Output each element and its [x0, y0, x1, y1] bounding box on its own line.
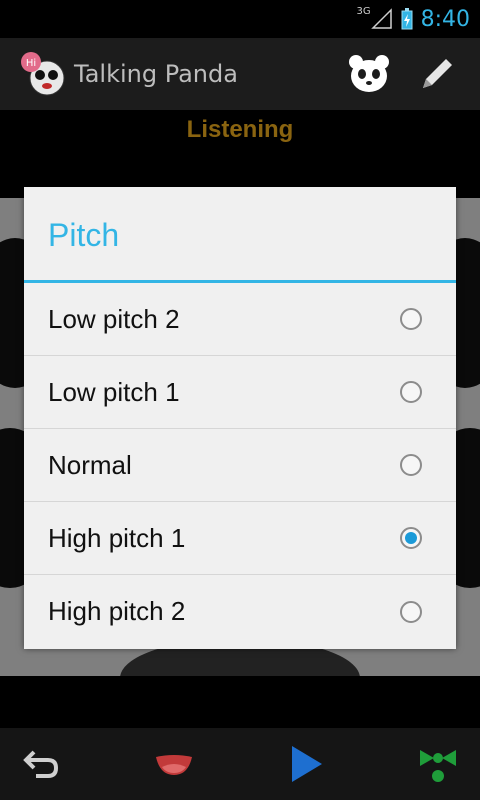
pencil-icon: [423, 59, 452, 88]
edit-button[interactable]: [412, 49, 462, 99]
status-strip: Listening: [0, 110, 480, 198]
option-high-pitch-1[interactable]: High pitch 1: [24, 502, 456, 575]
option-label: Low pitch 2: [48, 303, 180, 334]
bottom-strip: [0, 676, 480, 728]
bow-tie-icon: [420, 750, 456, 782]
logo-badge-text: Hi: [26, 58, 36, 69]
mouth-button[interactable]: [150, 740, 198, 788]
action-bar: Hi Talking Panda: [0, 38, 480, 110]
clock: 8:40: [420, 6, 470, 32]
option-low-pitch-1[interactable]: Low pitch 1: [24, 356, 456, 429]
listening-label: Listening: [186, 116, 294, 143]
network-type: 3G: [356, 5, 371, 17]
radio-button[interactable]: [400, 308, 422, 330]
radio-button[interactable]: [400, 527, 422, 549]
signal-icon: [370, 8, 392, 29]
app-logo-icon[interactable]: Hi: [20, 51, 66, 97]
mouth-icon: [156, 755, 192, 775]
option-label: Normal: [48, 449, 132, 480]
bow-tie-button[interactable]: [414, 740, 462, 788]
bottom-toolbar: [0, 728, 480, 800]
status-bar: 3G 8:40: [0, 0, 480, 38]
app-title: Talking Panda: [74, 60, 238, 88]
radio-button[interactable]: [400, 600, 422, 623]
pitch-dialog: Pitch Low pitch 2 Low pitch 1 Normal Hig…: [24, 187, 456, 649]
option-label: High pitch 1: [48, 522, 186, 553]
back-button[interactable]: [18, 740, 66, 788]
panda-icon: [349, 55, 389, 92]
option-label: Low pitch 1: [48, 376, 180, 407]
option-label: High pitch 2: [48, 596, 186, 626]
radio-button[interactable]: [400, 381, 422, 403]
option-low-pitch-2[interactable]: Low pitch 2: [24, 283, 456, 356]
option-high-pitch-2[interactable]: High pitch 2: [24, 575, 456, 648]
undo-arrow-icon: [23, 750, 59, 778]
panda-button[interactable]: [344, 49, 394, 99]
play-icon: [292, 746, 322, 782]
dialog-title: Pitch: [24, 187, 456, 283]
radio-button[interactable]: [400, 454, 422, 476]
play-button[interactable]: [282, 740, 330, 788]
option-normal[interactable]: Normal: [24, 429, 456, 502]
battery-icon: [401, 8, 413, 30]
